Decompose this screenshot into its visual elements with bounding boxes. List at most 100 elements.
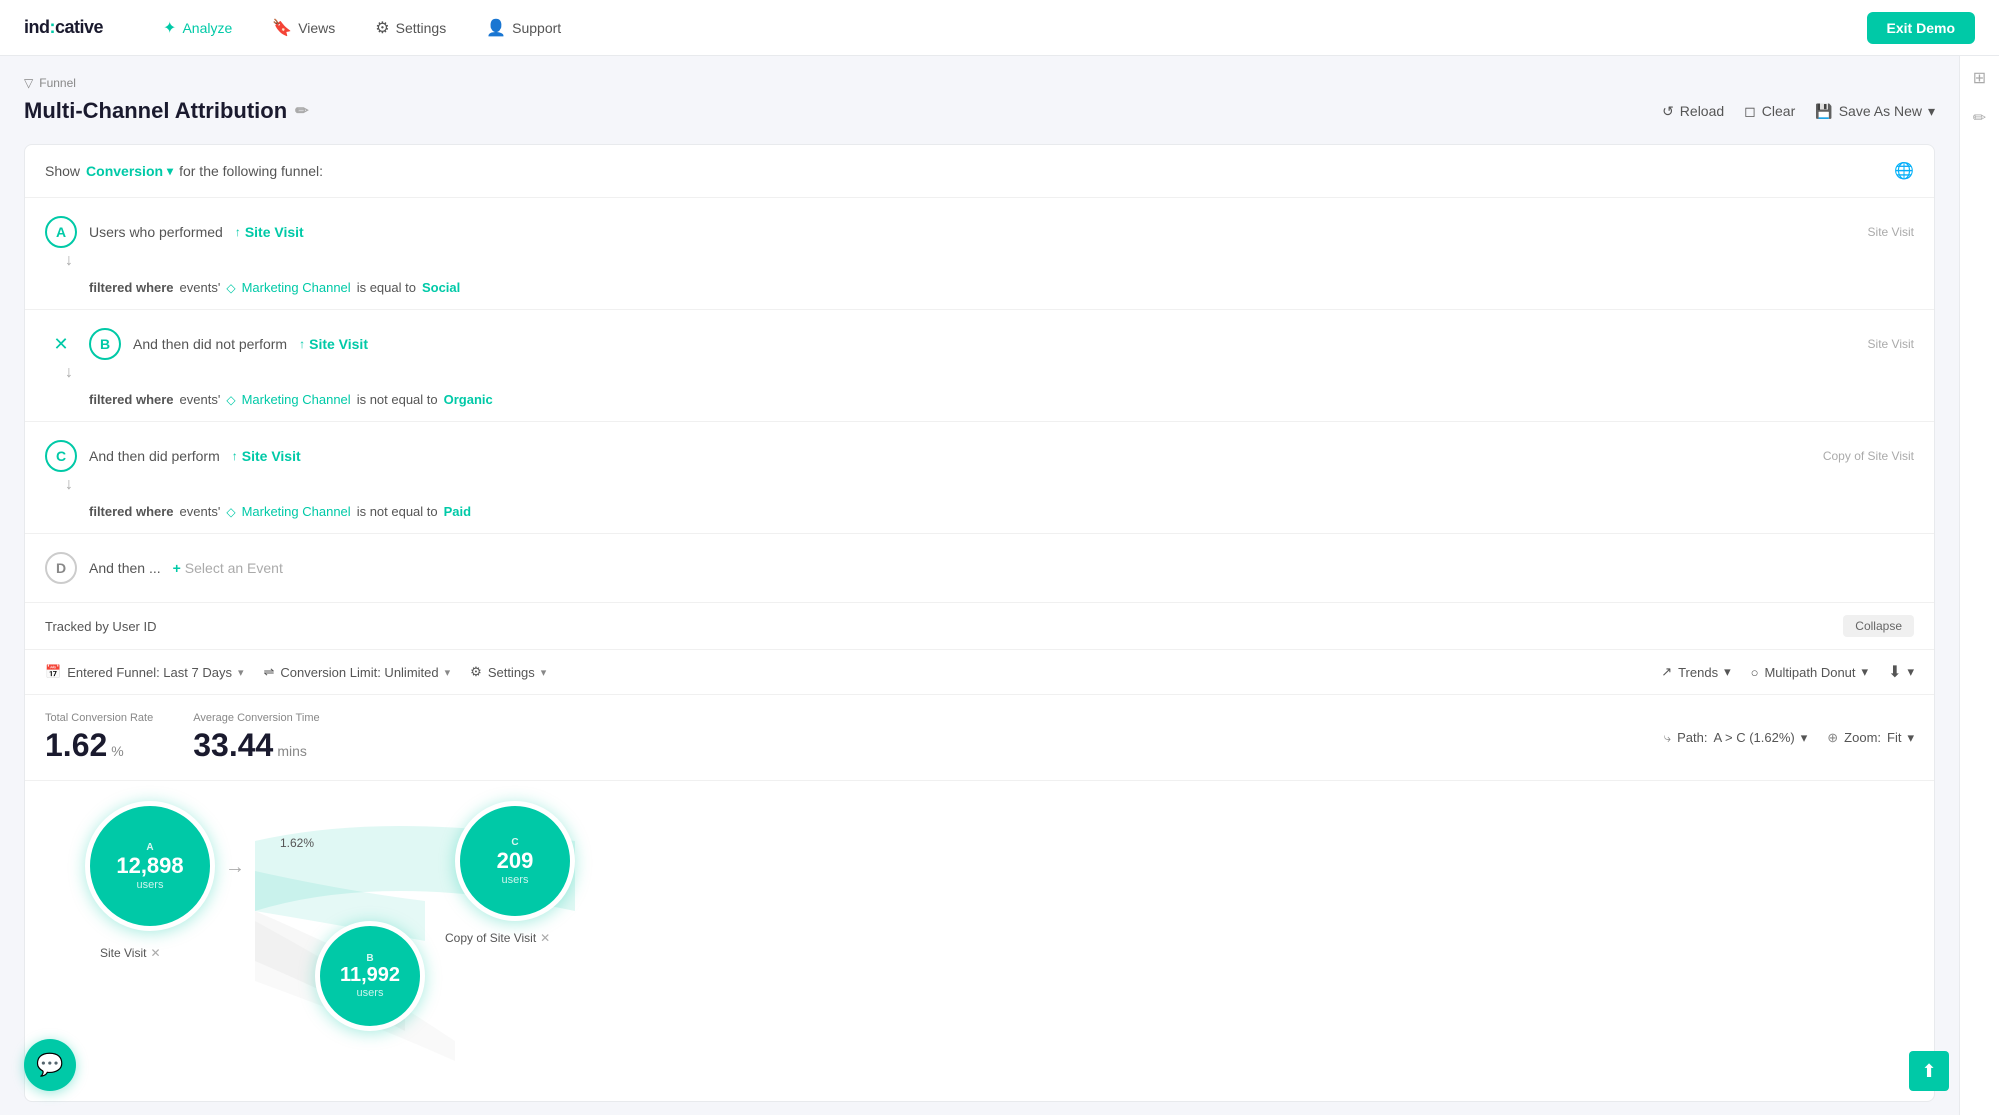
step-c-event-link[interactable]: ↑ Site Visit	[232, 448, 301, 464]
node-b-value: 11,992	[340, 964, 400, 987]
zoom-icon: ⊕	[1827, 730, 1838, 746]
conversion-limit-icon: ⇌	[263, 664, 274, 680]
conversion-dropdown[interactable]: Conversion ▾	[86, 163, 173, 179]
node-c-close-icon[interactable]: ✕	[540, 931, 550, 945]
node-b-sublabel: users	[357, 987, 384, 999]
funnel-card: Show Conversion ▾ for the following funn…	[24, 144, 1935, 1102]
edit-title-icon[interactable]: ✏	[295, 101, 308, 121]
step-c-filter: filtered where events' ◇ Marketing Chann…	[45, 498, 1914, 525]
download-icon: ⬇	[1888, 662, 1901, 682]
step-a-event-icon: ↑	[235, 225, 241, 239]
support-icon: 👤	[486, 18, 506, 38]
step-a-prop[interactable]: Marketing Channel	[242, 280, 351, 295]
save-as-new-button[interactable]: 💾 Save As New ▾	[1815, 103, 1935, 120]
step-b-row: ✕ B And then did not perform ↑ Site Visi…	[25, 310, 1934, 422]
avg-conversion-metric: Average Conversion Time 33.44 mins	[193, 711, 319, 764]
save-icon: 💾	[1815, 103, 1832, 120]
sidebar-edit-icon[interactable]: ✏	[1973, 108, 1986, 128]
step-b-prop-icon: ◇	[226, 393, 235, 407]
conversion-limit-dropdown[interactable]: ⇌ Conversion Limit: Unlimited ▾	[263, 664, 450, 680]
node-c-value: 209	[497, 848, 534, 874]
path-label: Path:	[1677, 730, 1707, 745]
trends-dropdown[interactable]: ↗ Trends ▾	[1661, 664, 1730, 680]
zoom-label: Zoom:	[1844, 730, 1881, 745]
step-d-row: D And then ... + Select an Event	[25, 534, 1934, 603]
download-button[interactable]: ⬇ ▾	[1888, 662, 1914, 682]
tracked-row: Tracked by User ID Collapse	[25, 603, 1934, 650]
page-title: Multi-Channel Attribution ✏	[24, 98, 309, 124]
step-c-circle: C	[45, 440, 77, 472]
step-a-prop-icon: ◇	[226, 281, 235, 295]
reload-icon: ↺	[1662, 103, 1674, 120]
step-a-val: Social	[422, 280, 460, 295]
conversion-chevron-icon: ▾	[167, 164, 173, 178]
node-a-close-icon[interactable]: ✕	[150, 946, 160, 960]
zoom-selector[interactable]: ⊕ Zoom: Fit ▾	[1827, 730, 1914, 746]
zoom-chevron-icon: ▾	[1907, 730, 1914, 746]
globe-icon: 🌐	[1894, 161, 1914, 181]
clear-icon: ◻	[1744, 103, 1756, 120]
bottom-right-button[interactable]: ⬆	[1909, 1051, 1949, 1091]
reload-button[interactable]: ↺ Reload	[1662, 103, 1724, 120]
nav-views[interactable]: 🔖 Views	[272, 18, 335, 38]
total-conversion-metric: Total Conversion Rate 1.62 %	[45, 711, 153, 764]
step-c-prefix: And then did perform	[89, 448, 220, 464]
analyze-icon: ✦	[163, 18, 176, 38]
step-b-circle: B	[89, 328, 121, 360]
step-b-val: Organic	[444, 392, 493, 407]
path-icon: ⤷	[1664, 730, 1671, 746]
step-c-prop-icon: ◇	[226, 505, 235, 519]
avg-conversion-unit: mins	[277, 743, 307, 759]
step-d-circle: D	[45, 552, 77, 584]
save-chevron-icon: ▾	[1928, 103, 1935, 120]
trends-chevron: ▾	[1724, 664, 1731, 680]
step-b-arrow: ↓	[45, 360, 1914, 386]
content-area: ▽ Funnel Multi-Channel Attribution ✏ ↺ R…	[0, 56, 1959, 1115]
step-b-right-label: Site Visit	[1868, 337, 1914, 351]
funnel-settings-icon: ⚙	[470, 664, 482, 680]
step-c-val: Paid	[444, 504, 471, 519]
chat-button[interactable]: 💬	[24, 1039, 76, 1091]
funnel-icon: ▽	[24, 76, 33, 90]
show-row: Show Conversion ▾ for the following funn…	[25, 145, 1934, 198]
entered-funnel-dropdown[interactable]: 📅 Entered Funnel: Last 7 Days ▾	[45, 664, 243, 680]
step-b-prop[interactable]: Marketing Channel	[242, 392, 351, 407]
multipath-chevron: ▾	[1862, 664, 1869, 680]
page-header: Multi-Channel Attribution ✏ ↺ Reload ◻ C…	[24, 98, 1935, 124]
step-c-prop[interactable]: Marketing Channel	[242, 504, 351, 519]
header-actions: ↺ Reload ◻ Clear 💾 Save As New ▾	[1662, 103, 1935, 120]
step-a-event-link[interactable]: ↑ Site Visit	[235, 224, 304, 240]
exit-demo-button[interactable]: Exit Demo	[1867, 12, 1975, 44]
step-b-event-link[interactable]: ↑ Site Visit	[299, 336, 368, 352]
avg-conversion-value: 33.44	[193, 727, 273, 764]
clear-button[interactable]: ◻ Clear	[1744, 103, 1795, 120]
funnel-settings-chevron: ▾	[541, 666, 547, 679]
step-a-prefix: Users who performed	[89, 224, 223, 240]
select-event-link[interactable]: + Select an Event	[173, 560, 283, 576]
right-sidebar: ⊞ ✏	[1959, 56, 1999, 1115]
step-a-right-label: Site Visit	[1868, 225, 1914, 239]
step-d-prefix: And then ...	[89, 560, 161, 576]
nav-settings[interactable]: ⚙ Settings	[375, 18, 446, 38]
nav-links: ✦ Analyze 🔖 Views ⚙ Settings 👤 Support	[163, 18, 1866, 38]
collapse-button[interactable]: Collapse	[1843, 615, 1914, 637]
sidebar-grid-icon[interactable]: ⊞	[1973, 68, 1986, 88]
nav-analyze[interactable]: ✦ Analyze	[163, 18, 232, 38]
path-chevron-icon: ▾	[1801, 730, 1808, 746]
multipath-dropdown[interactable]: ○ Multipath Donut ▾	[1751, 664, 1868, 680]
node-c-sublabel: users	[502, 874, 529, 886]
plus-icon: +	[173, 560, 181, 576]
main-layout: ▽ Funnel Multi-Channel Attribution ✏ ↺ R…	[0, 56, 1999, 1115]
step-b-cross-icon: ✕	[45, 334, 77, 355]
funnel-settings-dropdown[interactable]: ⚙ Settings ▾	[470, 664, 546, 680]
nav-support[interactable]: 👤 Support	[486, 18, 561, 38]
node-a-arrow-icon: →	[225, 856, 245, 879]
tracked-by-label: Tracked by User ID	[45, 619, 157, 634]
path-value: A > C (1.62%)	[1713, 730, 1794, 745]
node-c: C 209 users	[455, 801, 575, 921]
trends-icon: ↗	[1661, 664, 1672, 680]
step-c-right-label: Copy of Site Visit	[1823, 449, 1914, 463]
total-conversion-label: Total Conversion Rate	[45, 711, 153, 725]
path-selector[interactable]: ⤷ Path: A > C (1.62%) ▾	[1664, 730, 1807, 746]
calendar-icon: 📅	[45, 664, 61, 680]
